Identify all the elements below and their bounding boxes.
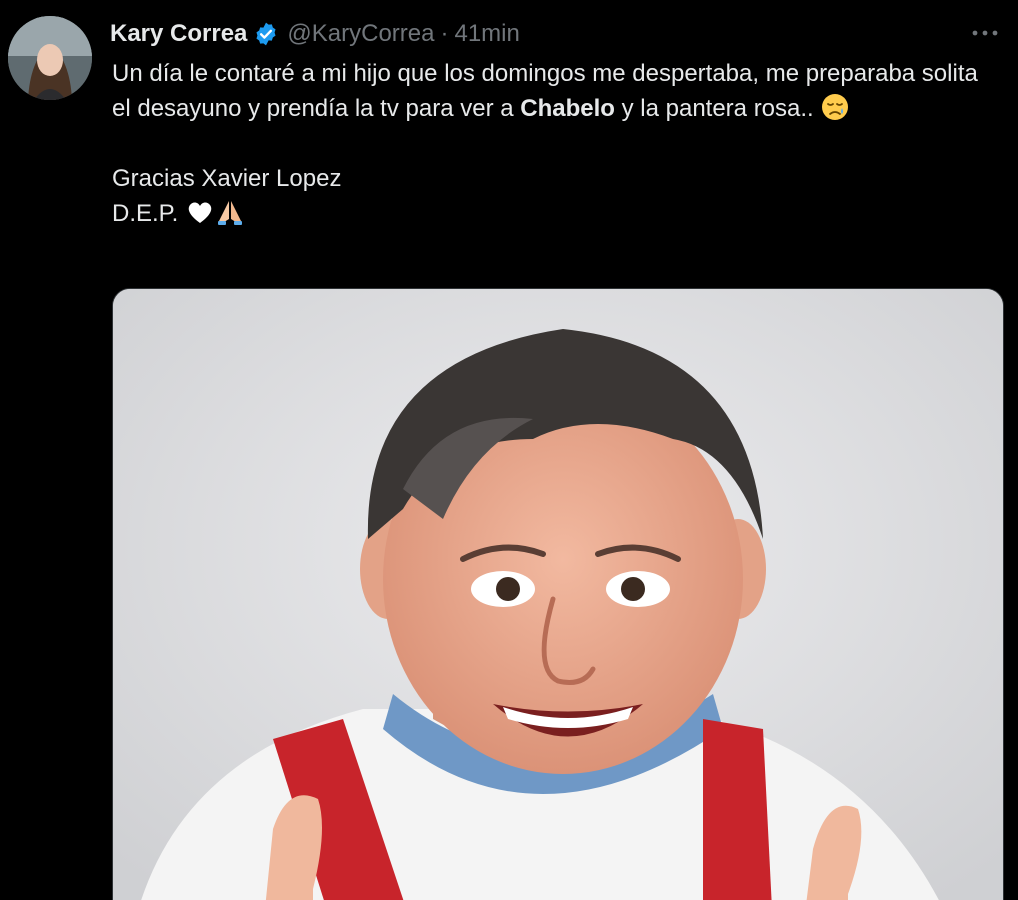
tweet-paragraph-1: Un día le contaré a mi hijo que los domi… bbox=[112, 56, 992, 126]
tweet-text-part-2: y la pantera rosa.. bbox=[614, 95, 821, 122]
tweet-timestamp[interactable]: 41min bbox=[454, 20, 519, 48]
white-heart-icon bbox=[185, 197, 215, 227]
sad-relieved-face-icon bbox=[820, 92, 850, 122]
tweet-header: Kary Correa @KaryCorrea · 41min bbox=[110, 14, 520, 54]
tweet[interactable]: Kary Correa @KaryCorrea · 41min Un día l… bbox=[0, 0, 1018, 900]
tweet-text-part-3: D.E.P. bbox=[112, 200, 185, 227]
author-avatar[interactable] bbox=[8, 16, 92, 100]
tweet-text: Un día le contaré a mi hijo que los domi… bbox=[112, 56, 992, 231]
tweet-paragraph-3: D.E.P. bbox=[112, 196, 992, 231]
tweet-text-bold-name[interactable]: Chabelo bbox=[520, 95, 615, 122]
verified-badge-icon bbox=[253, 21, 279, 47]
author-name[interactable]: Kary Correa bbox=[110, 20, 247, 48]
tweet-media-photo[interactable] bbox=[112, 288, 1004, 900]
folded-hands-icon bbox=[215, 197, 245, 227]
tweet-paragraph-2: Gracias Xavier Lopez bbox=[112, 165, 342, 192]
author-handle[interactable]: @KaryCorrea bbox=[287, 20, 434, 48]
separator-dot: · bbox=[440, 20, 449, 47]
more-options-icon[interactable] bbox=[970, 18, 1000, 48]
